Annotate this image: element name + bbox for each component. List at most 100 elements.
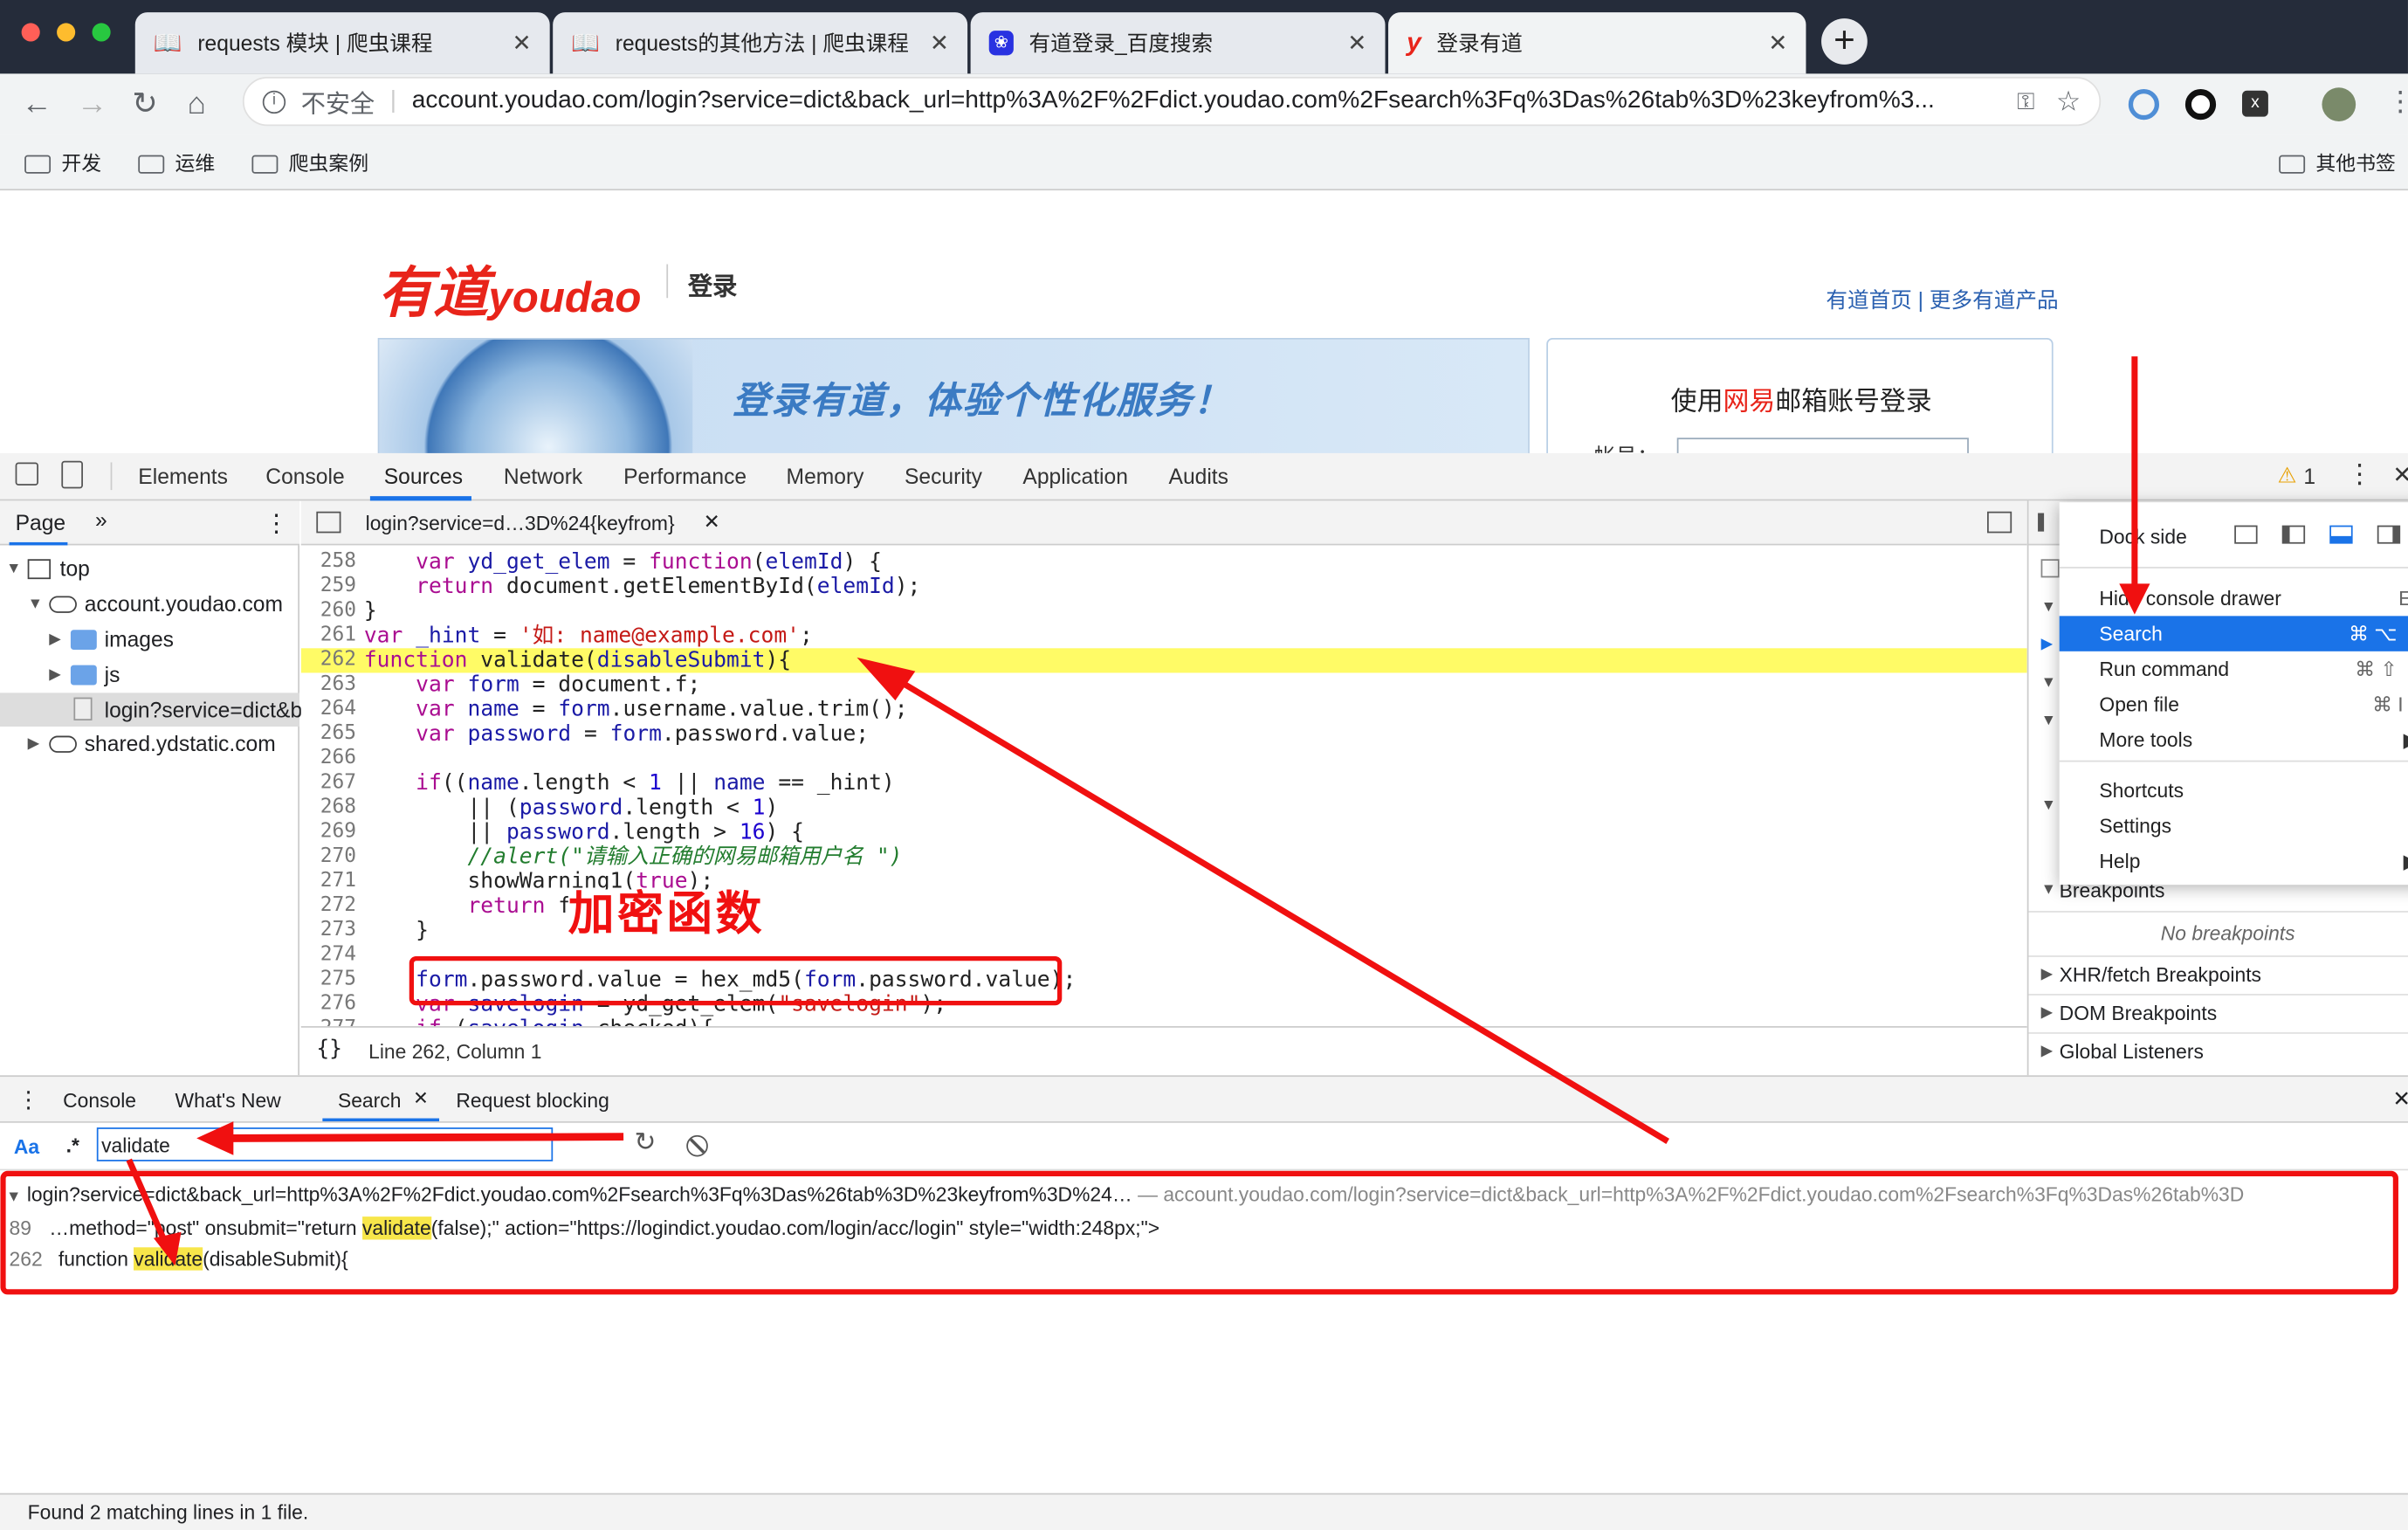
youdao-logo[interactable]: 有道 youdao — [378, 249, 642, 328]
tree-item-selected[interactable]: login?service=dict&b — [0, 693, 302, 727]
menu-item-search[interactable]: Search ⌘ ⌥ — [2059, 616, 2408, 651]
close-tab-icon[interactable]: ✕ — [1768, 29, 1787, 57]
back-arrow-icon[interactable]: ← — [22, 83, 52, 126]
extension-icon[interactable] — [2128, 89, 2160, 121]
toggle-debugger-icon[interactable] — [1987, 511, 2012, 534]
drawer-tab-search[interactable]: Search — [338, 1089, 401, 1112]
key-icon[interactable]: ⚿ — [2017, 88, 2034, 114]
tree-item-domain[interactable]: ▶ shared.ydstatic.com — [28, 731, 276, 755]
folder-icon — [70, 664, 97, 685]
close-window-button[interactable] — [21, 23, 40, 42]
tab-console[interactable]: Console — [265, 464, 344, 488]
menu-item-shortcuts[interactable]: Shortcuts — [2060, 773, 2408, 808]
tab-audits[interactable]: Audits — [1169, 464, 1228, 488]
forward-arrow-icon[interactable]: → — [77, 83, 107, 126]
bookmark-folder[interactable]: 运维 — [138, 148, 215, 176]
tree-item-folder[interactable]: ▶ images — [49, 627, 174, 651]
drawer-menu-icon[interactable]: ⋮ — [17, 1086, 39, 1113]
regex-toggle[interactable]: .* — [66, 1134, 79, 1156]
home-icon[interactable]: ⌂ — [188, 83, 206, 126]
devtools-menu-icon[interactable]: ⋮ — [2347, 459, 2373, 490]
close-drawer-icon[interactable]: ✕ — [2392, 1086, 2408, 1113]
search-input[interactable]: validate — [96, 1127, 554, 1161]
section-toggle-icon[interactable]: ▼ — [2041, 797, 2056, 814]
section-toggle-icon[interactable]: ▼ — [2041, 599, 2056, 616]
dock-right-icon[interactable] — [2377, 525, 2401, 544]
cloud-icon — [49, 734, 77, 753]
other-bookmarks-folder[interactable]: 其他书签 — [2279, 148, 2396, 176]
menu-item-hide-console[interactable]: Hide console drawerEs — [2060, 581, 2408, 616]
extension-icon[interactable] — [2184, 89, 2217, 121]
address-bar[interactable]: i 不安全 | account.youdao.com/login?service… — [242, 76, 2102, 127]
close-tab-icon[interactable]: ✕ — [512, 29, 531, 57]
xhr-breakpoints-header[interactable]: ▶ XHR/fetch Breakpoints — [2028, 955, 2408, 994]
menu-dots-icon[interactable]: ⋮ — [2386, 86, 2408, 119]
menu-item-settings[interactable]: SettingsF — [2060, 808, 2408, 843]
tab-network[interactable]: Network — [504, 464, 582, 488]
bookmark-folder[interactable]: 开发 — [24, 148, 101, 176]
drawer-tab-request-blocking[interactable]: Request blocking — [456, 1089, 609, 1112]
close-file-icon[interactable]: ✕ — [704, 510, 720, 534]
warning-icon[interactable]: ⚠ — [2277, 462, 2296, 488]
menu-item-help[interactable]: Help▶ — [2060, 844, 2408, 879]
code-editor[interactable]: 258 var yd_get_elem = function(elemId) {… — [300, 545, 2027, 1027]
navigator-menu-icon[interactable]: ⋮ — [265, 508, 289, 539]
tree-item-folder[interactable]: ▶ js — [49, 662, 120, 686]
dom-breakpoints-header[interactable]: ▶ DOM Breakpoints — [2028, 994, 2408, 1032]
section-toggle-icon[interactable]: ▼ — [2041, 674, 2056, 691]
close-search-tab-icon[interactable]: ✕ — [413, 1087, 429, 1109]
bookmark-folder[interactable]: 爬虫案例 — [251, 148, 368, 176]
device-toolbar-icon[interactable] — [61, 460, 83, 489]
section-toggle-icon[interactable]: ▼ — [2041, 713, 2056, 729]
inspect-element-icon[interactable] — [15, 462, 38, 486]
dock-bottom-icon[interactable] — [2329, 525, 2353, 544]
info-icon: i — [262, 89, 286, 114]
tab-application[interactable]: Application — [1022, 464, 1127, 488]
tree-item-domain[interactable]: ▼ account.youdao.com — [28, 591, 283, 616]
section-toggle-icon[interactable]: ▶ — [2041, 636, 2054, 652]
editor-file-tab[interactable]: login?service=d…3D%24{keyfrom} — [366, 512, 675, 534]
clear-icon[interactable] — [686, 1134, 708, 1157]
tab-memory[interactable]: Memory — [787, 464, 864, 488]
browser-tab[interactable]: ❀ 有道登录_百度搜索 ✕ — [970, 12, 1386, 74]
star-icon[interactable]: ☆ — [2056, 86, 2081, 118]
avatar[interactable] — [2322, 87, 2356, 121]
tab-security[interactable]: Security — [905, 464, 982, 488]
tab-performance[interactable]: Performance — [623, 464, 746, 488]
book-icon: 📖 — [153, 31, 182, 58]
menu-item-open-file[interactable]: Open file ⌘ I — [2060, 686, 2408, 721]
header-links[interactable]: 有道首页 | 更多有道产品 — [1826, 284, 2058, 314]
tab-elements[interactable]: Elements — [138, 464, 228, 488]
browser-tab[interactable]: 📖 requests 模块 | 爬虫课程 ✕ — [134, 12, 550, 74]
close-devtools-icon[interactable]: ✕ — [2392, 461, 2408, 488]
browser-tab[interactable]: 📖 requests的其他方法 | 爬虫课程 ✕ — [553, 12, 968, 74]
zoom-window-button[interactable] — [92, 23, 111, 42]
dock-undock-icon[interactable] — [2234, 525, 2258, 544]
pause-icon[interactable] — [2038, 513, 2045, 532]
global-listeners-header[interactable]: ▶ Global Listeners — [2028, 1032, 2408, 1071]
url-text[interactable]: account.youdao.com/login?service=dict&ba… — [412, 87, 1996, 115]
close-tab-icon[interactable]: ✕ — [1347, 29, 1366, 57]
pretty-print-icon[interactable]: {} — [316, 1037, 342, 1061]
drawer-tab-console[interactable]: Console — [63, 1089, 136, 1112]
match-case-toggle[interactable]: Aa — [14, 1135, 39, 1158]
search-results: ▼ login?service=dict&back_url=http%3A%2F… — [0, 1170, 2408, 1493]
browser-tab-active[interactable]: y 登录有道 ✕ — [1388, 12, 1806, 74]
tree-item-top[interactable]: ▼ top — [6, 556, 90, 581]
dock-left-icon[interactable] — [2281, 525, 2306, 544]
extension-icon[interactable]: x — [2241, 90, 2268, 117]
menu-item-run-command[interactable]: Run command ⌘ ⇧ — [2060, 651, 2408, 686]
tab-sources[interactable]: Sources — [384, 464, 463, 488]
drawer-tab-whats-new[interactable]: What's New — [175, 1089, 281, 1112]
checkbox[interactable] — [2040, 559, 2060, 578]
refresh-icon[interactable]: ↻ — [634, 1127, 656, 1158]
close-tab-icon[interactable]: ✕ — [930, 29, 949, 57]
more-tabs-icon[interactable]: » — [95, 507, 107, 531]
new-tab-button[interactable]: + — [1821, 18, 1868, 65]
result-file-header[interactable]: ▼ login?service=dict&back_url=http%3A%2F… — [6, 1182, 2402, 1205]
reload-icon[interactable]: ↻ — [132, 83, 157, 126]
page-tab[interactable]: Page — [16, 510, 66, 534]
toggle-navigator-icon[interactable] — [316, 511, 341, 534]
minimize-window-button[interactable] — [57, 23, 76, 42]
menu-item-more-tools[interactable]: More tools▶ — [2060, 722, 2408, 757]
